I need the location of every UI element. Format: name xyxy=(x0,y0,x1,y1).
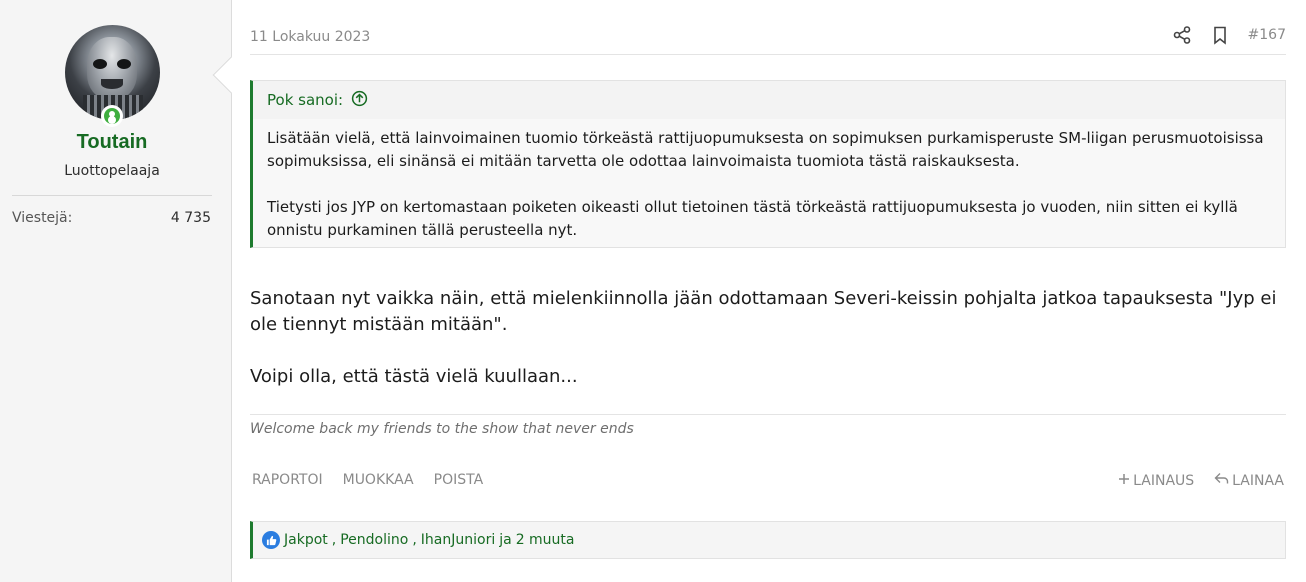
quote-paragraph: Tietysti jos JYP on kertomastaan poikete… xyxy=(267,198,1238,239)
message-paragraph: Voipi olla, että tästä vielä kuullaan... xyxy=(250,366,578,387)
reactions-bar: Jakpot, Pendolino, IhanJuniori ja 2 muut… xyxy=(250,521,1286,559)
arrow-up-circle-icon[interactable] xyxy=(351,90,368,111)
message-paragraph: Sanotaan nyt vaikka näin, että mielenkii… xyxy=(250,288,1277,335)
post-number-link[interactable]: #167 xyxy=(1248,27,1286,43)
header-divider xyxy=(250,54,1286,55)
user-sidebar: Toutain Luottopelaaja Viestejä: 4 735 xyxy=(0,0,232,582)
quote-block: Pok sanoi: Lisätään vielä, että lainvoim… xyxy=(250,80,1286,248)
quote-author-label[interactable]: Pok sanoi: xyxy=(267,91,343,109)
post-message: Sanotaan nyt vaikka näin, että mielenkii… xyxy=(250,286,1286,390)
like-icon xyxy=(262,531,280,549)
post-actions-right: LAINAUS LAINAA xyxy=(1118,472,1284,489)
post-date-link[interactable]: 11 Lokakuu 2023 xyxy=(250,29,370,45)
reply-icon xyxy=(1214,472,1229,489)
reaction-connector: ja xyxy=(499,532,512,548)
avatar-image xyxy=(87,37,137,99)
online-status-icon xyxy=(101,105,123,127)
messages-count-label: Viestejä: xyxy=(12,210,73,226)
delete-button[interactable]: POISTA xyxy=(434,472,484,488)
report-button[interactable]: RAPORTOI xyxy=(252,472,323,488)
post-actions-left: RAPORTOI MUOKKAA POISTA xyxy=(252,472,483,488)
quote-header[interactable]: Pok sanoi: xyxy=(253,81,1285,119)
multi-quote-button[interactable]: LAINAUS xyxy=(1118,472,1194,489)
reply-label: LAINAA xyxy=(1232,472,1284,489)
quote-paragraph: Lisätään vielä, että lainvoimainen tuomi… xyxy=(267,129,1264,170)
edit-button[interactable]: MUOKKAA xyxy=(343,472,414,488)
user-title: Luottopelaaja xyxy=(64,163,160,179)
share-icon[interactable] xyxy=(1172,25,1192,45)
quote-body: Lisätään vielä, että lainvoimainen tuomi… xyxy=(253,119,1285,247)
reaction-user-link[interactable]: Jakpot xyxy=(284,532,328,548)
reaction-user-link[interactable]: IhanJuniori xyxy=(421,532,495,548)
bookmark-icon[interactable] xyxy=(1210,25,1230,45)
username-link[interactable]: Toutain xyxy=(0,131,224,154)
divider xyxy=(12,195,212,196)
reaction-user-link[interactable]: Pendolino xyxy=(340,532,408,548)
post-header-actions: #167 xyxy=(1172,25,1286,45)
messages-count-value: 4 735 xyxy=(170,210,211,226)
reaction-others-link[interactable]: 2 muuta xyxy=(516,532,575,548)
multi-quote-label: LAINAUS xyxy=(1133,472,1195,489)
signature-divider xyxy=(250,414,1286,415)
reply-button[interactable]: LAINAA xyxy=(1214,472,1284,489)
signature: Welcome back my friends to the show that… xyxy=(250,421,634,437)
plus-icon xyxy=(1118,473,1130,489)
